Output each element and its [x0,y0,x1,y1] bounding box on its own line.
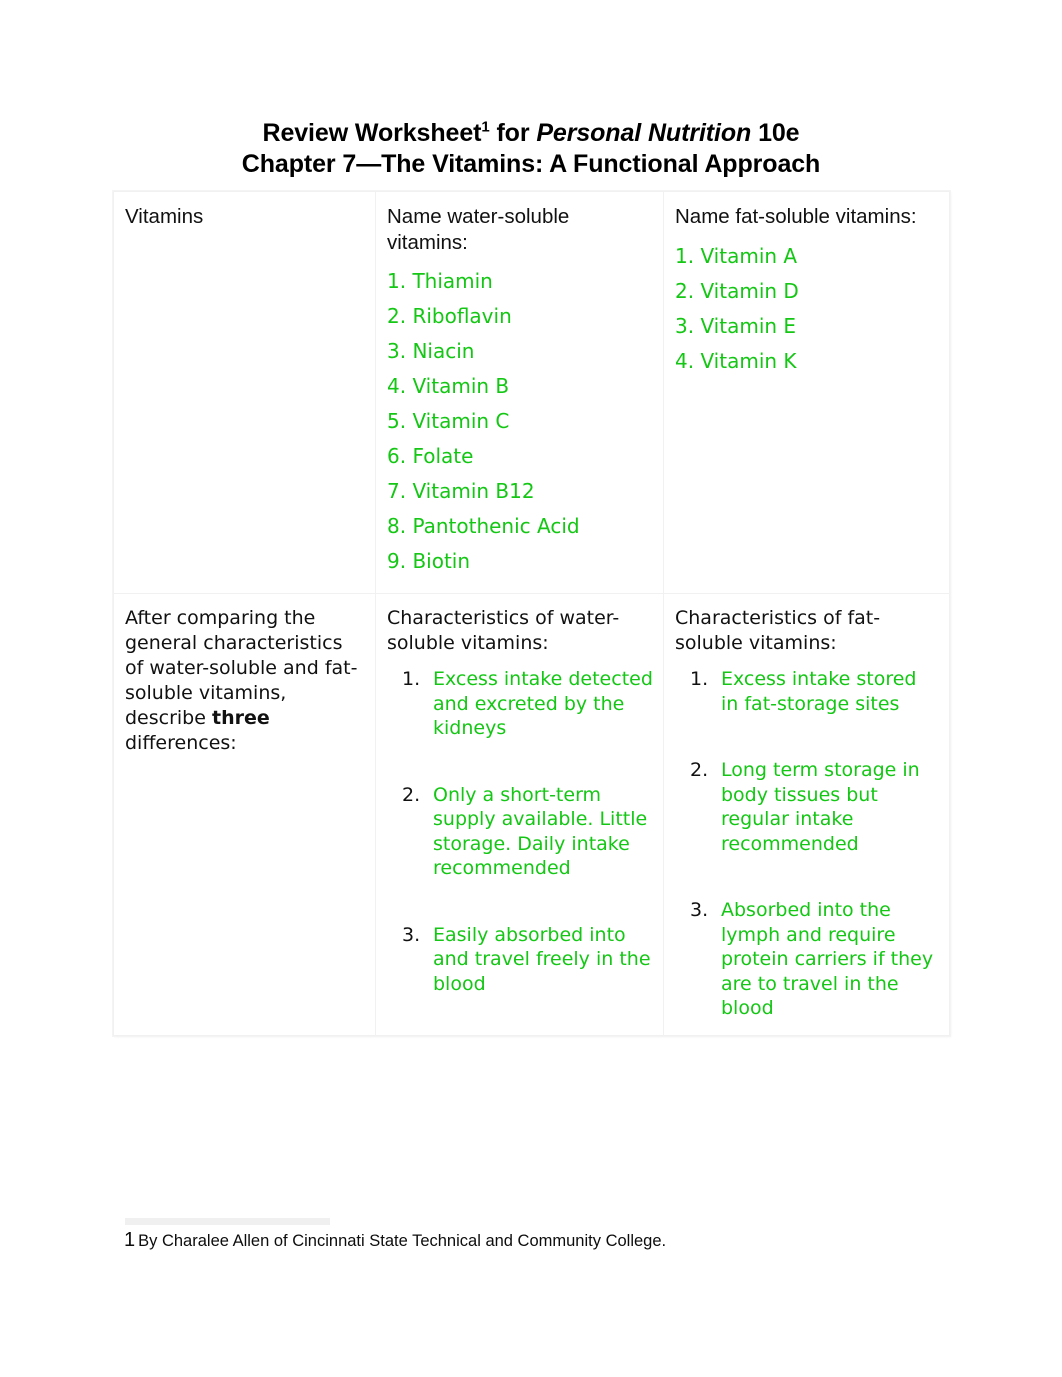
title-text-post: 10e [751,119,800,147]
table-row-vitamin-names: Vitamins Name water-soluble vitamins: 1.… [113,191,950,594]
list-item: 2. Riboflavin [387,304,512,328]
worksheet-page: Review Worksheet1 for Personal Nutrition… [0,0,1062,1377]
list-item: 4. Vitamin B [387,374,510,398]
prompt-emphasis-three: three [211,707,270,729]
cell-water-soluble-names: Name water-soluble vitamins: 1. Thiamin … [375,191,664,594]
list-item: Absorbed into the lymph and require prot… [690,898,934,1019]
list-item: 8. Pantothenic Acid [387,514,580,538]
comparison-prompt-text: After comparing the general characterist… [125,606,365,756]
cell-comparison-prompt: After comparing the general characterist… [113,593,376,1036]
title-line-1: Review Worksheet1 for Personal Nutrition… [113,118,949,149]
title-footnote-superscript: 1 [481,118,490,136]
cell-fat-soluble-names: Name fat-soluble vitamins: 1. Vitamin A … [663,191,950,594]
cell-fat-soluble-characteristics: Characteristics of fat-soluble vitamins:… [663,593,950,1036]
list-item: Easily absorbed into and travel freely i… [402,923,651,995]
list-item: 7. Vitamin B12 [387,479,535,503]
page-title: Review Worksheet1 for Personal Nutrition… [113,118,949,180]
title-line-2: Chapter 7—The Vitamins: A Functional App… [241,150,821,178]
list-item: 9. Biotin [387,549,471,573]
list-item: Only a short-term supply available. Litt… [402,783,648,880]
table-row-characteristics: After comparing the general characterist… [113,593,950,1036]
fat-soluble-vitamin-list: 1. Vitamin A 2. Vitamin D 3. Vitamin E 4… [675,239,939,379]
list-item: 6. Folate [387,444,474,468]
water-soluble-vitamin-list: 1. Thiamin 2. Riboflavin 3. Niacin 4. Vi… [387,264,653,579]
fat-soluble-characteristics-list: Excess intake stored in fat-storage site… [675,667,939,1021]
list-item: 1. Thiamin [387,269,493,293]
prompt-text-post: differences: [125,732,237,754]
title-text-mid: for [489,119,537,147]
list-item: 4. Vitamin K [675,348,797,373]
list-item: 1. Vitamin A [675,243,798,268]
footnote-separator [125,1218,330,1225]
vitamins-heading: Vitamins [125,205,204,228]
list-item: Excess intake stored in fat-storage site… [690,667,917,715]
footnote-marker: 1 [124,1229,136,1251]
list-item: 2. Vitamin D [675,278,799,303]
list-item: Excess intake detected and excreted by t… [402,667,653,739]
footnote: 1 By Charalee Allen of Cincinnati State T… [124,1229,944,1252]
list-item: Long term storage in body tissues but re… [690,758,920,855]
footnote-text: By Charalee Allen of Cincinnati State Te… [138,1232,667,1250]
fat-soluble-characteristics-heading: Characteristics of fat-soluble vitamins: [675,607,881,654]
list-item: 3. Vitamin E [675,313,797,338]
water-soluble-characteristics-list: Excess intake detected and excreted by t… [387,667,653,996]
list-item: 3. Niacin [387,339,475,363]
water-soluble-heading: Name water-soluble vitamins: [387,205,570,254]
cell-water-soluble-characteristics: Characteristics of water-soluble vitamin… [375,593,664,1036]
fat-soluble-heading: Name fat-soluble vitamins: [675,205,917,228]
title-book-name: Personal Nutrition [536,119,752,147]
cell-vitamins-label: Vitamins [113,191,376,594]
title-text-pre: Review Worksheet [262,119,482,147]
worksheet-table: Vitamins Name water-soluble vitamins: 1.… [113,191,950,1036]
water-soluble-characteristics-heading: Characteristics of water-soluble vitamin… [387,607,620,654]
list-item: 5. Vitamin C [387,409,510,433]
